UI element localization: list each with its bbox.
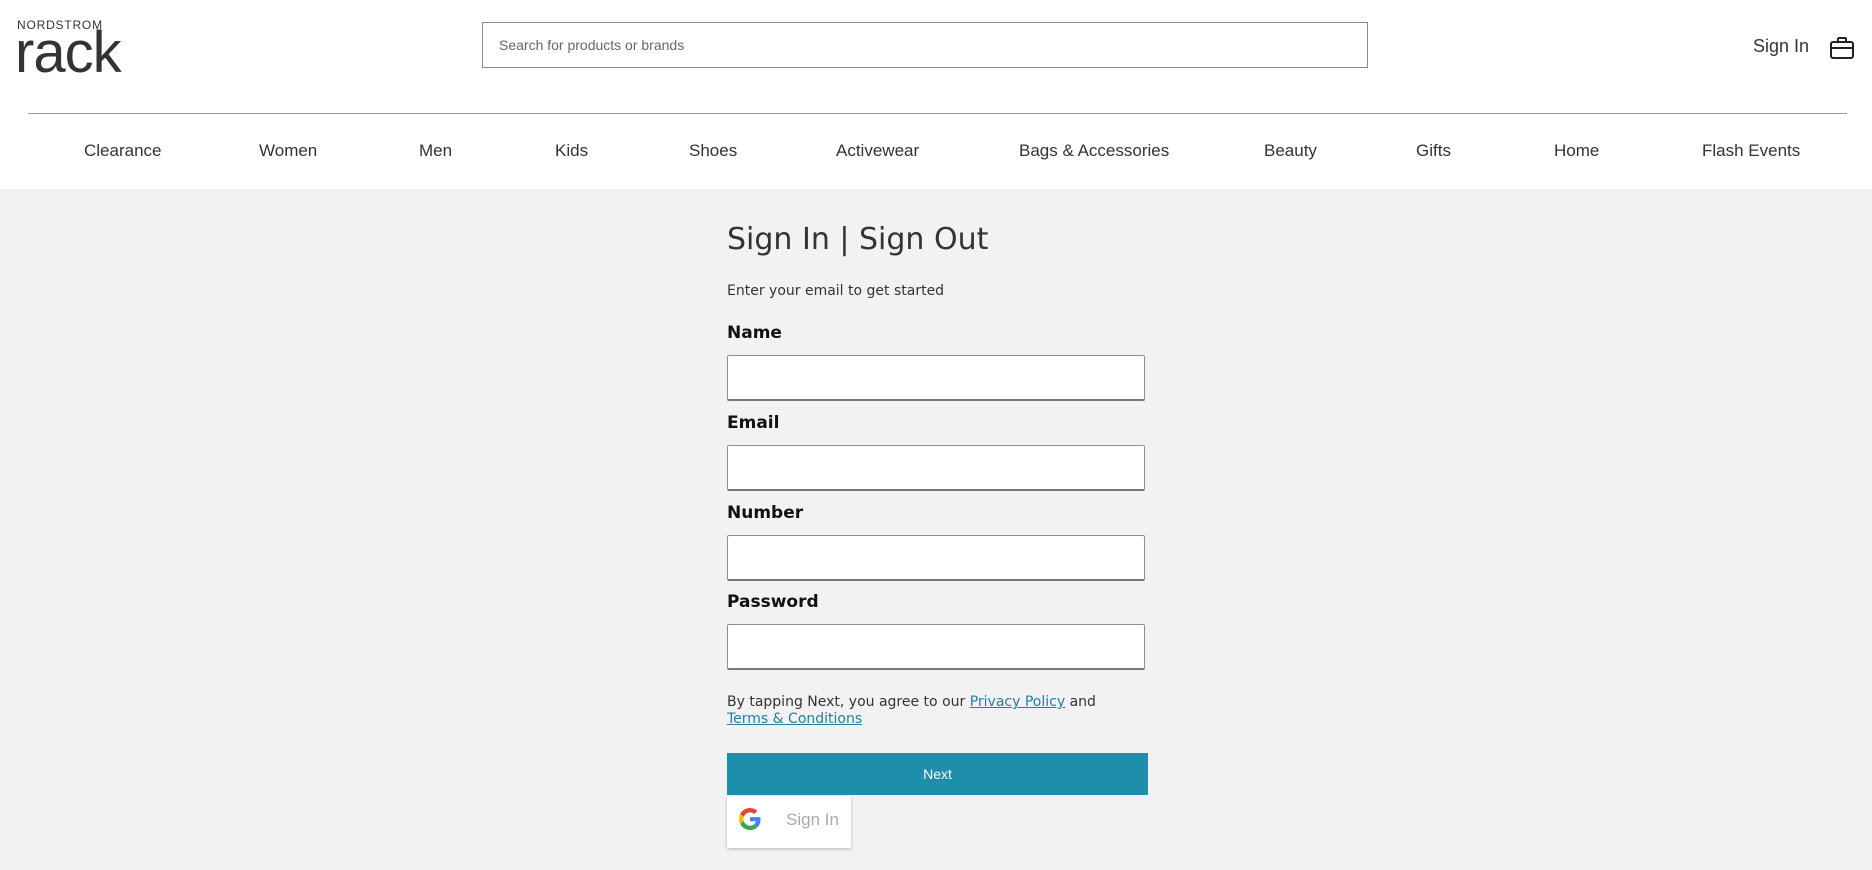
main-navigation: Clearance Women Men Kids Shoes Activewea… (0, 138, 1872, 166)
nav-item-shoes[interactable]: Shoes (689, 141, 737, 161)
shopping-bag-icon[interactable] (1829, 36, 1855, 60)
terms-conditions-link[interactable]: Terms & Conditions (727, 711, 862, 727)
nav-item-men[interactable]: Men (419, 141, 452, 161)
nav-item-beauty[interactable]: Beauty (1264, 141, 1317, 161)
nav-item-clearance[interactable]: Clearance (84, 141, 162, 161)
page-title: Sign In | Sign Out (727, 222, 989, 257)
terms-and: and (1065, 694, 1096, 710)
google-sign-in-button[interactable]: Sign In (727, 796, 851, 848)
nav-item-bags-accessories[interactable]: Bags & Accessories (1019, 141, 1169, 161)
nav-item-activewear[interactable]: Activewear (836, 141, 919, 161)
nav-item-kids[interactable]: Kids (555, 141, 588, 161)
email-field[interactable] (727, 445, 1145, 491)
nav-item-gifts[interactable]: Gifts (1416, 141, 1451, 161)
nordstrom-rack-logo[interactable]: NORDSTROM rack (15, 18, 137, 82)
name-field[interactable] (727, 355, 1145, 401)
number-field[interactable] (727, 535, 1145, 581)
google-icon (739, 808, 761, 830)
terms-text: By tapping Next, you agree to our Privac… (727, 694, 1147, 728)
password-label: Password (727, 592, 819, 612)
google-sign-in-label: Sign In (786, 810, 839, 829)
search-input[interactable] (482, 22, 1368, 68)
privacy-policy-link[interactable]: Privacy Policy (970, 694, 1065, 710)
next-button[interactable]: Next (727, 753, 1148, 795)
nav-item-flash-events[interactable]: Flash Events (1702, 141, 1800, 161)
name-label: Name (727, 323, 782, 343)
page-subtitle: Enter your email to get started (727, 283, 945, 299)
password-field[interactable] (727, 624, 1145, 670)
header-divider (28, 113, 1847, 114)
logo-bottom-text: rack (15, 20, 122, 85)
header-sign-in-link[interactable]: Sign In (1753, 36, 1809, 57)
number-label: Number (727, 503, 804, 523)
nav-item-home[interactable]: Home (1554, 141, 1599, 161)
site-header: NORDSTROM rack Sign In Clearance Women M… (0, 0, 1872, 189)
email-label: Email (727, 413, 780, 433)
terms-prefix: By tapping Next, you agree to our (727, 694, 970, 710)
nav-item-women[interactable]: Women (259, 141, 317, 161)
